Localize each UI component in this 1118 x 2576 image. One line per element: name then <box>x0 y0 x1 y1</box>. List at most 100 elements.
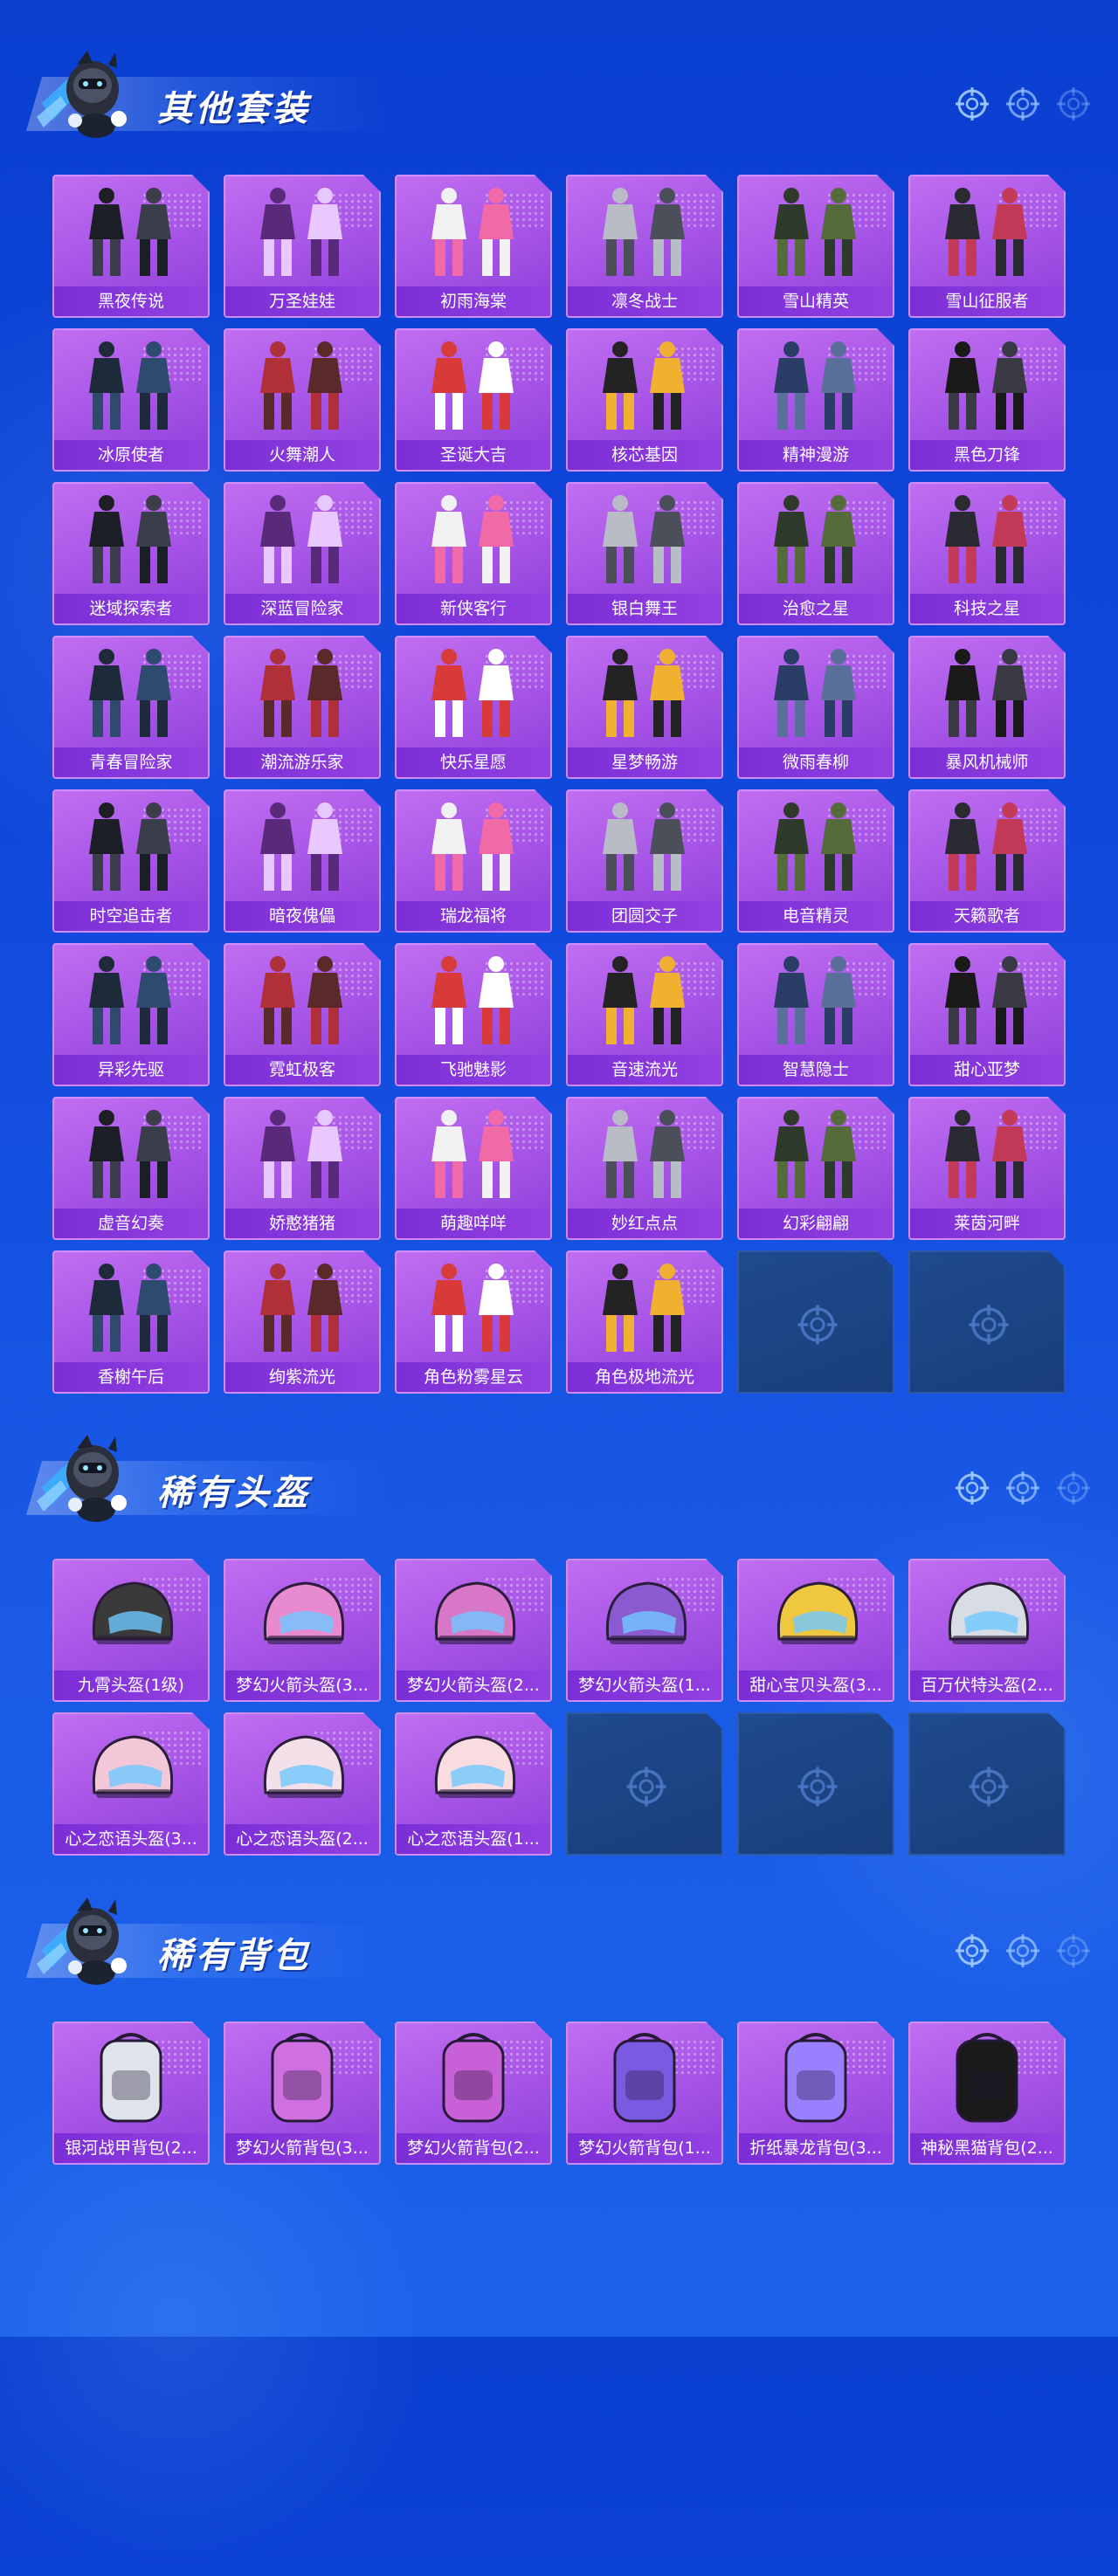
crosshair-icon <box>954 1932 990 1969</box>
item-card[interactable]: 幻彩翩翩 <box>737 1097 894 1240</box>
item-card[interactable]: 万圣娃娃 <box>224 175 381 318</box>
item-label: 甜心宝贝头盔(3... <box>739 1670 893 1700</box>
item-card[interactable]: 梦幻火箭头盔(1... <box>566 1559 723 1702</box>
outfit-image <box>568 335 721 438</box>
item-label: 心之恋语头盔(1... <box>397 1824 550 1854</box>
outfit-image <box>568 489 721 592</box>
item-card[interactable]: 心之恋语头盔(1... <box>395 1712 552 1856</box>
item-card[interactable]: 心之恋语头盔(3... <box>52 1712 210 1856</box>
outfit-image <box>225 950 379 1053</box>
item-card[interactable]: 百万伏特头盔(2... <box>908 1559 1066 1702</box>
item-card[interactable]: 时空追击者 <box>52 789 210 933</box>
section-outfits: 其他套装 黑夜传说 万圣娃娃 初雨海棠 凛冬战士 雪山精英 雪山征服者 冰原使者… <box>0 35 1118 1394</box>
item-card[interactable]: 角色极地流光 <box>566 1250 723 1394</box>
item-card[interactable]: 黑夜传说 <box>52 175 210 318</box>
item-card[interactable]: 神秘黑猫背包(2... <box>908 2022 1066 2165</box>
item-card[interactable]: 快乐星愿 <box>395 636 552 779</box>
item-card[interactable]: 甜心亚梦 <box>908 943 1066 1086</box>
item-card[interactable]: 娇憨猪猪 <box>224 1097 381 1240</box>
item-card[interactable]: 莱茵河畔 <box>908 1097 1066 1240</box>
item-card[interactable]: 青春冒险家 <box>52 636 210 779</box>
item-label: 核芯基因 <box>568 440 721 470</box>
crosshair-icon <box>1055 86 1092 122</box>
item-card[interactable]: 霓虹极客 <box>224 943 381 1086</box>
item-card[interactable]: 飞驰魅影 <box>395 943 552 1086</box>
item-label: 火舞潮人 <box>225 440 379 470</box>
item-card[interactable]: 瑞龙福将 <box>395 789 552 933</box>
item-card[interactable]: 治愈之星 <box>737 482 894 625</box>
item-card[interactable]: 绚紫流光 <box>224 1250 381 1394</box>
item-card[interactable]: 梦幻火箭头盔(2... <box>395 1559 552 1702</box>
item-card[interactable]: 暗夜傀儡 <box>224 789 381 933</box>
section-header: 其他套装 <box>0 35 1118 140</box>
item-card[interactable]: 折纸暴龙背包(3... <box>737 2022 894 2165</box>
outfit-image <box>568 643 721 746</box>
item-label: 幻彩翩翩 <box>739 1209 893 1238</box>
item-label: 青春冒险家 <box>54 747 208 777</box>
item-card[interactable]: 九霄头盔(1级) <box>52 1559 210 1702</box>
item-label: 梦幻火箭背包(3... <box>225 2133 379 2163</box>
item-card[interactable]: 萌趣咩咩 <box>395 1097 552 1240</box>
item-card[interactable]: 角色粉雾星云 <box>395 1250 552 1394</box>
item-card[interactable]: 雪山征服者 <box>908 175 1066 318</box>
item-card[interactable]: 香榭午后 <box>52 1250 210 1394</box>
item-card[interactable]: 虚音幻奏 <box>52 1097 210 1240</box>
outfit-image <box>397 950 550 1053</box>
outfit-image <box>910 950 1064 1053</box>
item-label: 快乐星愿 <box>397 747 550 777</box>
item-card[interactable]: 精神漫游 <box>737 328 894 472</box>
outfit-image <box>910 643 1064 746</box>
item-card[interactable]: 梦幻火箭背包(2... <box>395 2022 552 2165</box>
outfit-image <box>54 335 208 438</box>
item-card[interactable]: 初雨海棠 <box>395 175 552 318</box>
item-card[interactable]: 银河战甲背包(2... <box>52 2022 210 2165</box>
item-card[interactable]: 异彩先驱 <box>52 943 210 1086</box>
mascot-icon <box>35 1889 138 1992</box>
helmet-image <box>225 1719 379 1822</box>
item-label: 初雨海棠 <box>397 286 550 316</box>
item-label: 微雨春柳 <box>739 747 893 777</box>
item-label: 科技之星 <box>910 594 1064 623</box>
item-card[interactable]: 微雨春柳 <box>737 636 894 779</box>
item-label: 娇憨猪猪 <box>225 1209 379 1238</box>
item-card[interactable]: 雪山精英 <box>737 175 894 318</box>
item-card[interactable]: 心之恋语头盔(2... <box>224 1712 381 1856</box>
item-card[interactable]: 冰原使者 <box>52 328 210 472</box>
item-card[interactable]: 黑色刀锋 <box>908 328 1066 472</box>
outfit-image <box>225 182 379 285</box>
item-card[interactable]: 新侠客行 <box>395 482 552 625</box>
item-card[interactable]: 核芯基因 <box>566 328 723 472</box>
item-card[interactable]: 电音精灵 <box>737 789 894 933</box>
item-card[interactable]: 智慧隐士 <box>737 943 894 1086</box>
helmet-image <box>54 1566 208 1669</box>
item-label: 心之恋语头盔(3... <box>54 1824 208 1854</box>
item-card[interactable]: 星梦畅游 <box>566 636 723 779</box>
item-card[interactable]: 圣诞大吉 <box>395 328 552 472</box>
item-card[interactable]: 梦幻火箭头盔(3... <box>224 1559 381 1702</box>
item-card[interactable]: 银白舞王 <box>566 482 723 625</box>
outfit-image <box>54 796 208 899</box>
item-card[interactable]: 暴风机械师 <box>908 636 1066 779</box>
item-card[interactable]: 科技之星 <box>908 482 1066 625</box>
item-card[interactable]: 音速流光 <box>566 943 723 1086</box>
item-card[interactable]: 深蓝冒险家 <box>224 482 381 625</box>
item-card[interactable]: 凛冬战士 <box>566 175 723 318</box>
helmet-image <box>397 1566 550 1669</box>
item-label: 香榭午后 <box>54 1362 208 1392</box>
item-card[interactable]: 火舞潮人 <box>224 328 381 472</box>
item-label: 黑夜传说 <box>54 286 208 316</box>
item-label: 潮流游乐家 <box>225 747 379 777</box>
item-card[interactable]: 妙红点点 <box>566 1097 723 1240</box>
item-label: 角色极地流光 <box>568 1362 721 1392</box>
item-card[interactable]: 迷域探索者 <box>52 482 210 625</box>
item-card[interactable]: 天籁歌者 <box>908 789 1066 933</box>
item-card[interactable]: 潮流游乐家 <box>224 636 381 779</box>
item-card[interactable]: 梦幻火箭背包(3... <box>224 2022 381 2165</box>
item-card[interactable]: 甜心宝贝头盔(3... <box>737 1559 894 1702</box>
item-grid: 九霄头盔(1级) 梦幻火箭头盔(3... 梦幻火箭头盔(2... 梦幻火箭头盔(… <box>52 1559 1066 1856</box>
item-label: 深蓝冒险家 <box>225 594 379 623</box>
outfit-image <box>54 1257 208 1360</box>
item-card[interactable]: 团圆交子 <box>566 789 723 933</box>
outfit-image <box>910 335 1064 438</box>
item-card[interactable]: 梦幻火箭背包(1... <box>566 2022 723 2165</box>
